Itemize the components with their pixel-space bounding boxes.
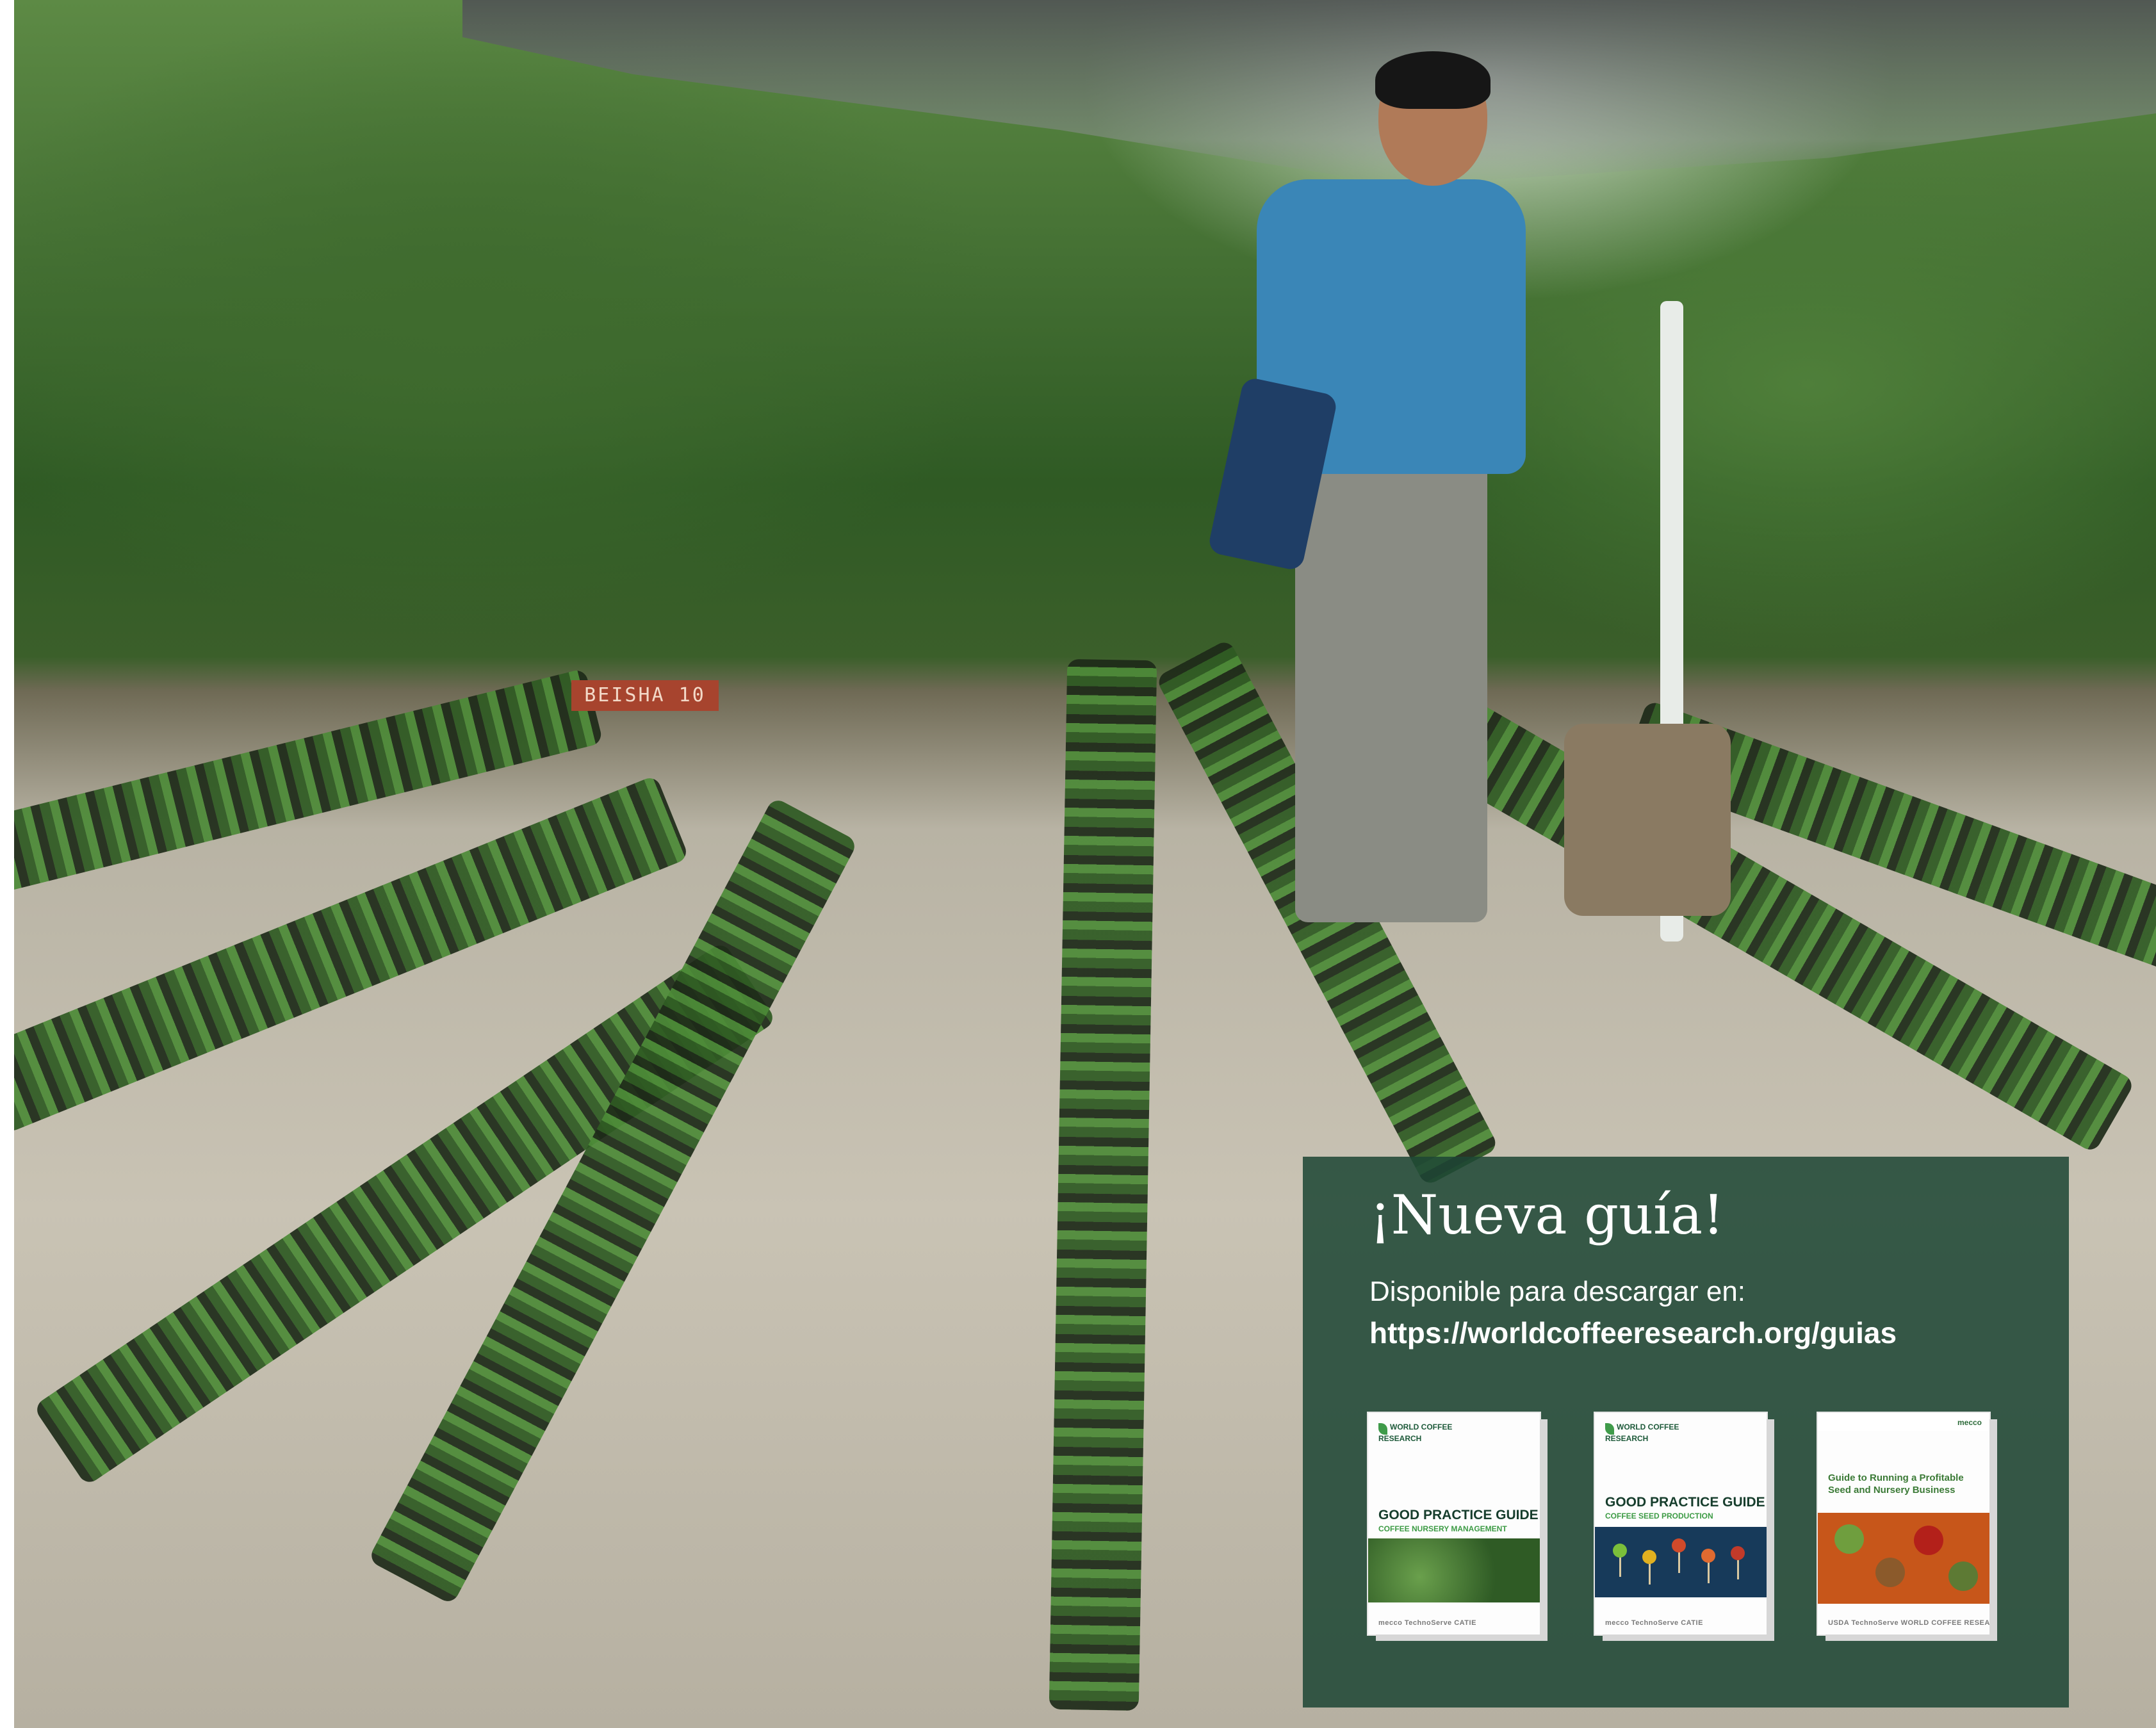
- mecco-logo: mecco: [1957, 1418, 1982, 1427]
- promo-title: ¡Nueva guía!: [1369, 1184, 1724, 1246]
- seedling-row: [1049, 658, 1157, 1711]
- seedlings-photo: [1368, 1538, 1540, 1602]
- download-link[interactable]: https://worldcoffeeresearch.org/guias: [1369, 1316, 1897, 1350]
- stone-block: [1564, 724, 1731, 916]
- partner-logos: mecco TechnoServe CATIE: [1605, 1619, 1703, 1627]
- publisher-name: WORLD COFFEE RESEARCH: [1605, 1422, 1679, 1443]
- coffee-cherries-band: [1818, 1513, 1989, 1604]
- trousers: [1295, 461, 1487, 922]
- leaf-icon: [1605, 1423, 1614, 1435]
- leaf-icon: [1378, 1423, 1387, 1435]
- guide-title: Guide to Running a Profitable Seed and N…: [1828, 1472, 1964, 1496]
- guide-cover-profitable-nursery-business[interactable]: mecco Guide to Running a Profitable Seed…: [1818, 1413, 1989, 1634]
- guide-title: GOOD PRACTICE GUIDE: [1605, 1495, 1765, 1510]
- promo-panel: ¡Nueva guía! Disponible para descargar e…: [1303, 1157, 2069, 1708]
- coffee-branches-illustration: [1595, 1527, 1767, 1597]
- wcr-logo: WORLD COFFEE RESEARCH: [1605, 1423, 1695, 1443]
- guide-subtitle: COFFEE NURSERY MANAGEMENT: [1378, 1524, 1507, 1533]
- partner-logos: mecco TechnoServe CATIE: [1378, 1619, 1476, 1627]
- wcr-logo: WORLD COFFEE RESEARCH: [1378, 1423, 1468, 1443]
- variety-sign: BEISHA 10: [571, 680, 719, 711]
- promo-subtitle: Disponible para descargar en:: [1369, 1276, 1746, 1307]
- guide-cover-nursery-management[interactable]: WORLD COFFEE RESEARCH GOOD PRACTICE GUID…: [1368, 1413, 1540, 1634]
- publisher-name: WORLD COFFEE RESEARCH: [1378, 1422, 1453, 1443]
- man-in-blue-shirt: [1207, 51, 1551, 935]
- guide-subtitle: COFFEE SEED PRODUCTION: [1605, 1512, 1713, 1520]
- guide-cover-seed-production[interactable]: WORLD COFFEE RESEARCH GOOD PRACTICE GUID…: [1595, 1413, 1767, 1634]
- guide-title: GOOD PRACTICE GUIDE: [1378, 1508, 1539, 1522]
- hair: [1375, 51, 1490, 109]
- partner-logos: USDA TechnoServe WORLD COFFEE RESEARCH C…: [1828, 1619, 1989, 1627]
